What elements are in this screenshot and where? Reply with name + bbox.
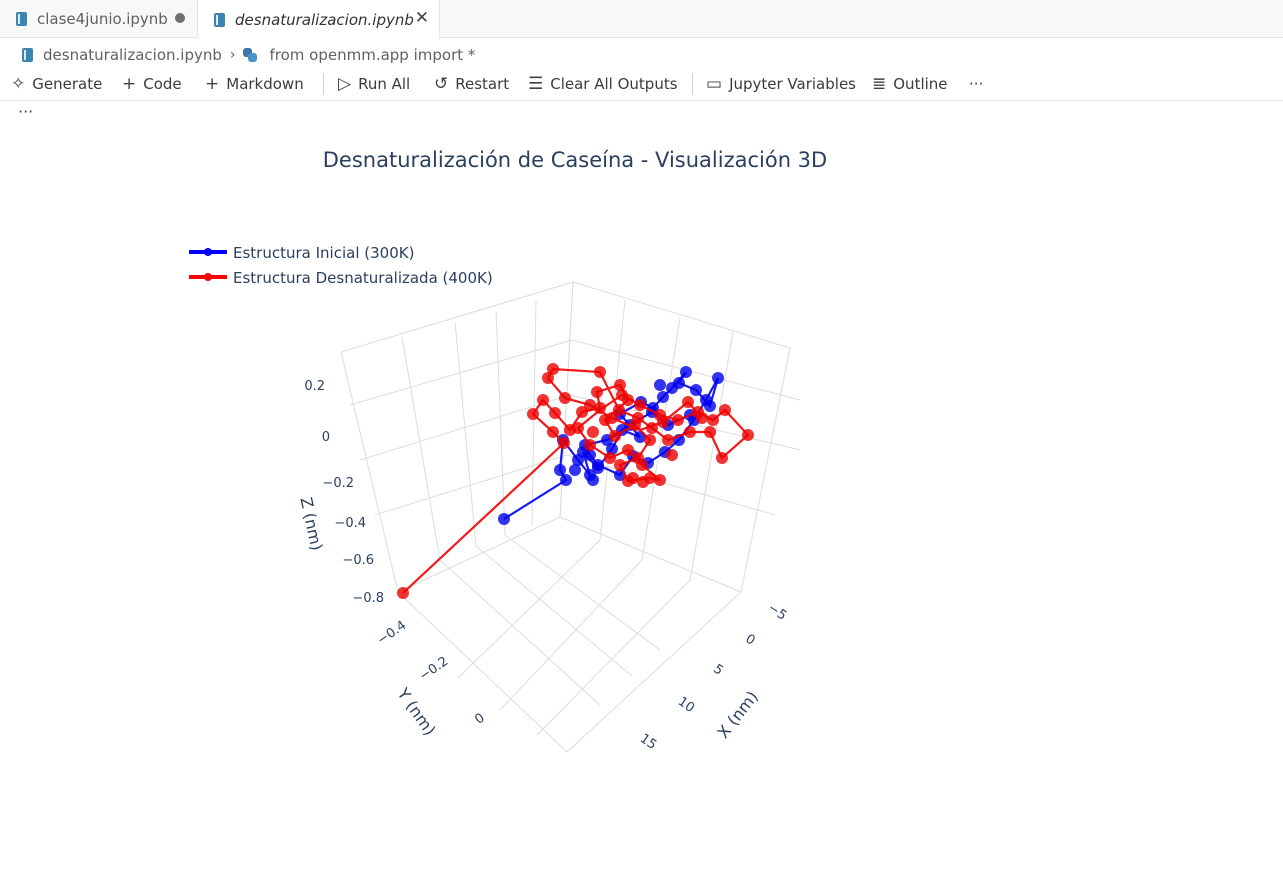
data-point xyxy=(527,408,539,420)
data-point xyxy=(604,452,616,464)
data-point xyxy=(592,459,604,471)
legend-item-denatured[interactable]: Estructura Desnaturalizada (400K) xyxy=(189,269,493,287)
y-tick: −0.4 xyxy=(375,618,409,648)
data-point xyxy=(712,372,724,384)
data-point xyxy=(584,439,596,451)
series-initial[interactable] xyxy=(498,366,724,525)
z-tick: −0.6 xyxy=(342,553,374,568)
z-tick: 0 xyxy=(322,430,330,445)
data-point xyxy=(587,474,599,486)
x-tick: 10 xyxy=(675,694,697,716)
data-point xyxy=(549,407,561,419)
data-point xyxy=(636,459,648,471)
data-point xyxy=(594,366,606,378)
data-point xyxy=(498,513,510,525)
data-point xyxy=(559,392,571,404)
y-tick: 0 xyxy=(472,711,487,728)
z-tick: 0.2 xyxy=(304,379,325,394)
data-point xyxy=(646,422,658,434)
data-point xyxy=(616,389,628,401)
x-axis-label: X (nm) xyxy=(713,687,761,741)
data-point xyxy=(682,396,694,408)
data-point xyxy=(591,386,603,398)
data-point xyxy=(397,587,409,599)
x-tick: 0 xyxy=(742,632,757,649)
x-tick: 5 xyxy=(710,662,725,679)
data-point xyxy=(707,414,719,426)
data-point xyxy=(716,452,728,464)
z-tick: −0.2 xyxy=(322,476,354,491)
data-point xyxy=(690,384,702,396)
data-point xyxy=(622,444,634,456)
data-point xyxy=(742,429,754,441)
plot-3d[interactable]: Desnaturalización de Caseína - Visualiza… xyxy=(0,0,1283,874)
x-tick: −5 xyxy=(765,600,789,623)
data-point xyxy=(719,404,731,416)
data-point xyxy=(560,474,572,486)
data-point xyxy=(614,379,626,391)
data-point xyxy=(554,464,566,476)
data-point xyxy=(634,399,646,411)
y-ticks: −0.4 −0.2 0 xyxy=(375,618,488,728)
data-point xyxy=(704,426,716,438)
data-point xyxy=(700,394,712,406)
data-point xyxy=(637,476,649,488)
y-axis-label: Y (nm) xyxy=(393,684,440,739)
data-point xyxy=(587,426,599,438)
x-tick: 15 xyxy=(637,731,659,753)
data-point xyxy=(680,366,692,378)
legend-item-initial[interactable]: Estructura Inicial (300K) xyxy=(189,244,414,262)
z-axis-label: Z (nm) xyxy=(296,495,326,552)
chart-title: Desnaturalización de Caseína - Visualiza… xyxy=(323,148,827,172)
z-ticks: 0.2 0 −0.2 −0.4 −0.6 −0.8 xyxy=(304,379,384,606)
data-point xyxy=(572,422,584,434)
data-point xyxy=(654,379,666,391)
data-point xyxy=(537,394,549,406)
data-point xyxy=(569,464,581,476)
data-point xyxy=(542,372,554,384)
data-point xyxy=(666,449,678,461)
data-point xyxy=(632,412,644,424)
legend-marker xyxy=(204,248,212,256)
data-point xyxy=(606,412,618,424)
data-point xyxy=(614,459,626,471)
data-point xyxy=(547,426,559,438)
data-point xyxy=(654,474,666,486)
data-point xyxy=(696,412,708,424)
data-point xyxy=(657,416,669,428)
legend-marker xyxy=(204,273,212,281)
y-tick: −0.2 xyxy=(417,654,451,684)
grid-3d xyxy=(340,281,801,753)
series-line xyxy=(402,367,750,594)
data-point xyxy=(558,437,570,449)
legend-label: Estructura Inicial (300K) xyxy=(233,244,414,262)
data-point xyxy=(609,430,621,442)
legend-label: Estructura Desnaturalizada (400K) xyxy=(233,269,493,287)
data-point xyxy=(584,399,596,411)
data-point xyxy=(644,434,656,446)
data-point xyxy=(657,391,669,403)
data-point xyxy=(662,434,674,446)
z-tick: −0.8 xyxy=(352,591,384,606)
data-point xyxy=(672,414,684,426)
z-tick: −0.4 xyxy=(334,516,366,531)
legend[interactable]: Estructura Inicial (300K) Estructura Des… xyxy=(189,244,493,287)
data-point xyxy=(684,426,696,438)
data-point xyxy=(673,377,685,389)
